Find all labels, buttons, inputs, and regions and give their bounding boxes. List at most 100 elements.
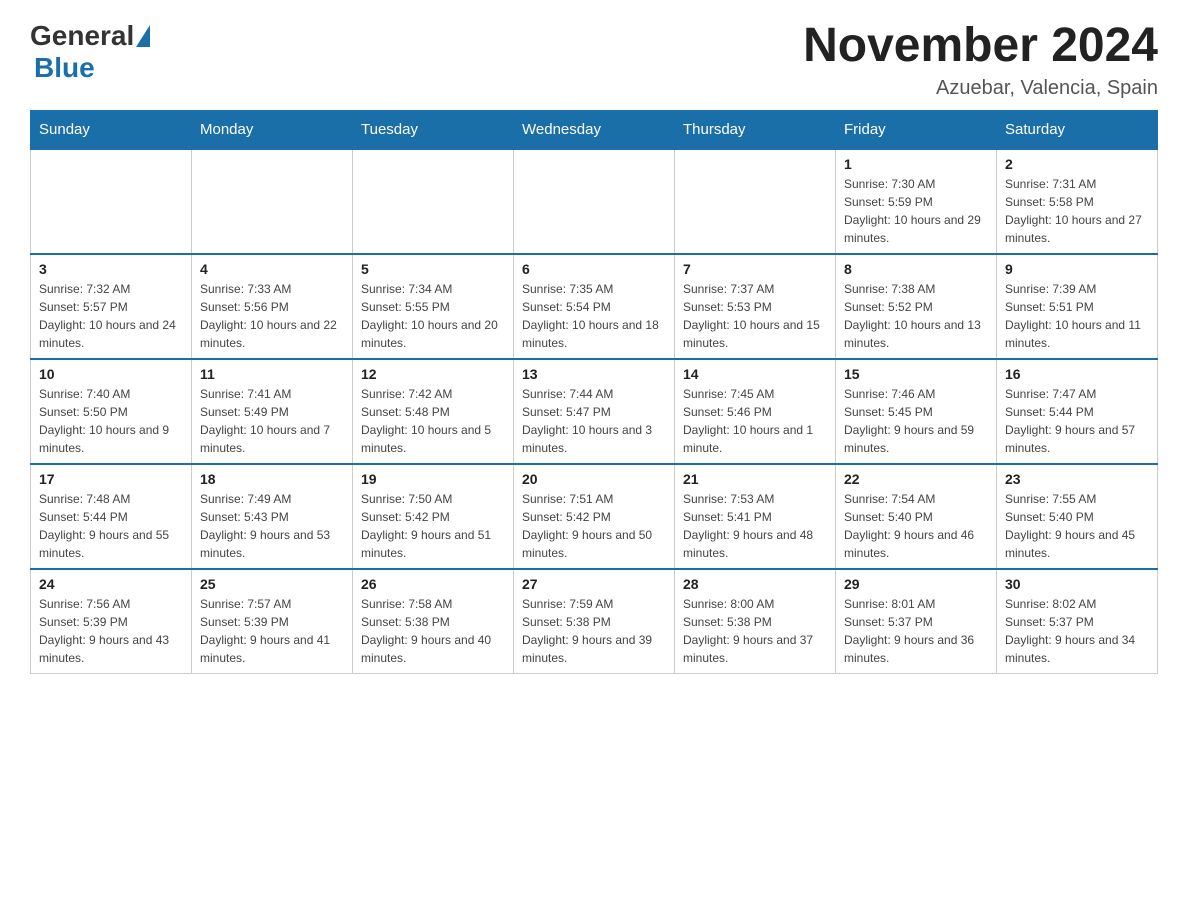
calendar-cell: 26Sunrise: 7:58 AMSunset: 5:38 PMDayligh… [353,569,514,674]
calendar-cell [514,149,675,254]
day-number: 11 [200,366,344,382]
day-info: Sunrise: 7:47 AMSunset: 5:44 PMDaylight:… [1005,385,1149,457]
day-number: 8 [844,261,988,277]
calendar-cell: 2Sunrise: 7:31 AMSunset: 5:58 PMDaylight… [997,149,1158,254]
day-number: 15 [844,366,988,382]
weekday-header-row: SundayMondayTuesdayWednesdayThursdayFrid… [31,110,1158,149]
calendar-cell [353,149,514,254]
day-number: 19 [361,471,505,487]
day-number: 27 [522,576,666,592]
calendar-cell: 20 Sunrise: 7:51 AMSunset: 5:42 PMDayligh… [514,464,675,569]
calendar-cell: 23 Sunrise: 7:55 AMSunset: 5:40 PMDayligh… [997,464,1158,569]
day-info: Sunrise: 8:00 AMSunset: 5:38 PMDaylight:… [683,595,827,667]
day-number: 17 [39,471,183,487]
day-info: Sunrise: 7:59 AMSunset: 5:38 PMDaylight:… [522,595,666,667]
calendar-week-row: 10Sunrise: 7:40 AMSunset: 5:50 PMDayligh… [31,359,1158,464]
calendar-cell: 29 Sunrise: 8:01 AMSunset: 5:37 PMDayligh… [836,569,997,674]
day-number: 3 [39,261,183,277]
day-info: Sunrise: 7:49 AMSunset: 5:43 PMDaylight:… [200,490,344,562]
day-info: Sunrise: 7:39 AMSunset: 5:51 PMDaylight:… [1005,280,1149,352]
calendar-cell: 28Sunrise: 8:00 AMSunset: 5:38 PMDayligh… [675,569,836,674]
day-number: 29 [844,576,988,592]
day-number: 9 [1005,261,1149,277]
day-number: 4 [200,261,344,277]
logo-general-text: General [30,20,134,52]
day-number: 13 [522,366,666,382]
calendar-week-row: 24 Sunrise: 7:56 AMSunset: 5:39 PMDayligh… [31,569,1158,674]
day-number: 14 [683,366,827,382]
day-info: Sunrise: 7:45 AMSunset: 5:46 PMDaylight:… [683,385,827,457]
month-year-title: November 2024 [803,20,1158,73]
calendar-cell: 16Sunrise: 7:47 AMSunset: 5:44 PMDayligh… [997,359,1158,464]
calendar-cell [675,149,836,254]
title-section: November 2024 Azuebar, Valencia, Spain [803,20,1158,100]
day-info: Sunrise: 7:34 AMSunset: 5:55 PMDaylight:… [361,280,505,352]
day-number: 23 [1005,471,1149,487]
day-number: 21 [683,471,827,487]
day-info: Sunrise: 7:55 AMSunset: 5:40 PMDaylight:… [1005,490,1149,562]
day-info: Sunrise: 7:56 AMSunset: 5:39 PMDaylight:… [39,595,183,667]
logo-blue-text: Blue [34,52,95,83]
day-info: Sunrise: 7:44 AMSunset: 5:47 PMDaylight:… [522,385,666,457]
day-number: 6 [522,261,666,277]
day-info: Sunrise: 7:31 AMSunset: 5:58 PMDaylight:… [1005,175,1149,247]
day-number: 24 [39,576,183,592]
weekday-header-wednesday: Wednesday [514,110,675,149]
calendar-cell: 5 Sunrise: 7:34 AMSunset: 5:55 PMDaylight… [353,254,514,359]
calendar-cell: 13 Sunrise: 7:44 AMSunset: 5:47 PMDayligh… [514,359,675,464]
day-info: Sunrise: 7:32 AMSunset: 5:57 PMDaylight:… [39,280,183,352]
calendar-cell: 1 Sunrise: 7:30 AMSunset: 5:59 PMDaylight… [836,149,997,254]
day-number: 20 [522,471,666,487]
day-info: Sunrise: 8:01 AMSunset: 5:37 PMDaylight:… [844,595,988,667]
logo: General Blue [30,20,152,84]
day-info: Sunrise: 7:37 AMSunset: 5:53 PMDaylight:… [683,280,827,352]
day-number: 30 [1005,576,1149,592]
day-info: Sunrise: 7:46 AMSunset: 5:45 PMDaylight:… [844,385,988,457]
calendar-cell: 9 Sunrise: 7:39 AMSunset: 5:51 PMDaylight… [997,254,1158,359]
weekday-header-tuesday: Tuesday [353,110,514,149]
day-info: Sunrise: 7:30 AMSunset: 5:59 PMDaylight:… [844,175,988,247]
calendar-cell: 18 Sunrise: 7:49 AMSunset: 5:43 PMDayligh… [192,464,353,569]
calendar-cell: 3 Sunrise: 7:32 AMSunset: 5:57 PMDaylight… [31,254,192,359]
calendar-cell: 25Sunrise: 7:57 AMSunset: 5:39 PMDayligh… [192,569,353,674]
day-number: 22 [844,471,988,487]
calendar-table: SundayMondayTuesdayWednesdayThursdayFrid… [30,110,1158,674]
calendar-cell: 17 Sunrise: 7:48 AMSunset: 5:44 PMDayligh… [31,464,192,569]
logo-triangle-icon [136,25,150,47]
weekday-header-monday: Monday [192,110,353,149]
day-info: Sunrise: 7:38 AMSunset: 5:52 PMDaylight:… [844,280,988,352]
calendar-cell: 19Sunrise: 7:50 AMSunset: 5:42 PMDayligh… [353,464,514,569]
day-info: Sunrise: 8:02 AMSunset: 5:37 PMDaylight:… [1005,595,1149,667]
calendar-week-row: 3 Sunrise: 7:32 AMSunset: 5:57 PMDaylight… [31,254,1158,359]
weekday-header-sunday: Sunday [31,110,192,149]
calendar-week-row: 17 Sunrise: 7:48 AMSunset: 5:44 PMDayligh… [31,464,1158,569]
calendar-cell: 4Sunrise: 7:33 AMSunset: 5:56 PMDaylight… [192,254,353,359]
calendar-cell: 10Sunrise: 7:40 AMSunset: 5:50 PMDayligh… [31,359,192,464]
calendar-cell: 14 Sunrise: 7:45 AMSunset: 5:46 PMDayligh… [675,359,836,464]
day-info: Sunrise: 7:54 AMSunset: 5:40 PMDaylight:… [844,490,988,562]
calendar-cell: 22 Sunrise: 7:54 AMSunset: 5:40 PMDayligh… [836,464,997,569]
day-info: Sunrise: 7:41 AMSunset: 5:49 PMDaylight:… [200,385,344,457]
day-info: Sunrise: 7:40 AMSunset: 5:50 PMDaylight:… [39,385,183,457]
day-number: 26 [361,576,505,592]
day-number: 7 [683,261,827,277]
day-info: Sunrise: 7:51 AMSunset: 5:42 PMDaylight:… [522,490,666,562]
day-number: 12 [361,366,505,382]
weekday-header-saturday: Saturday [997,110,1158,149]
calendar-cell: 12 Sunrise: 7:42 AMSunset: 5:48 PMDayligh… [353,359,514,464]
calendar-cell: 8 Sunrise: 7:38 AMSunset: 5:52 PMDaylight… [836,254,997,359]
day-info: Sunrise: 7:42 AMSunset: 5:48 PMDaylight:… [361,385,505,457]
day-number: 25 [200,576,344,592]
day-number: 1 [844,156,988,172]
calendar-cell [192,149,353,254]
location-subtitle: Azuebar, Valencia, Spain [803,77,1158,100]
calendar-cell: 11 Sunrise: 7:41 AMSunset: 5:49 PMDayligh… [192,359,353,464]
calendar-week-row: 1 Sunrise: 7:30 AMSunset: 5:59 PMDaylight… [31,149,1158,254]
day-number: 5 [361,261,505,277]
calendar-cell [31,149,192,254]
calendar-cell: 15 Sunrise: 7:46 AMSunset: 5:45 PMDayligh… [836,359,997,464]
calendar-cell: 24 Sunrise: 7:56 AMSunset: 5:39 PMDayligh… [31,569,192,674]
day-info: Sunrise: 7:48 AMSunset: 5:44 PMDaylight:… [39,490,183,562]
page-header: General Blue November 2024 Azuebar, Vale… [30,20,1158,100]
day-number: 18 [200,471,344,487]
